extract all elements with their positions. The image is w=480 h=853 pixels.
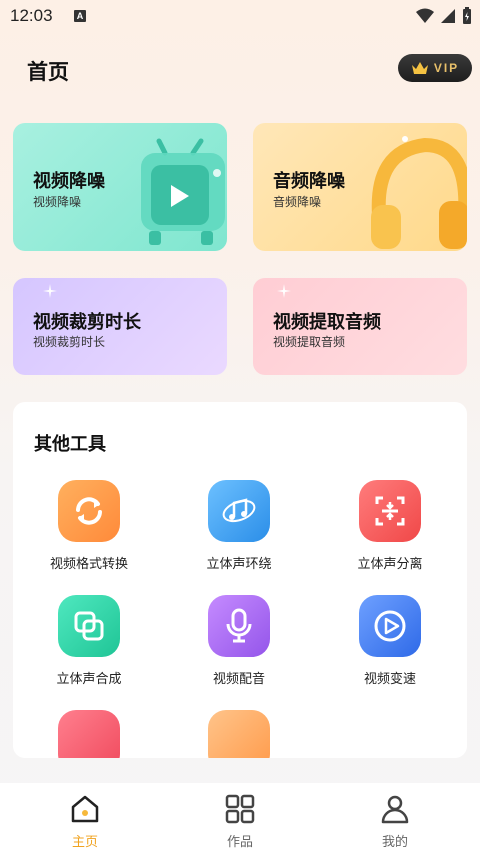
- nav-label: 我的: [381, 835, 408, 850]
- split-icon: [359, 480, 421, 542]
- nav-home[interactable]: 主页: [35, 783, 135, 853]
- nav-label: 主页: [71, 835, 98, 850]
- tool-icon-partial[interactable]: [58, 710, 120, 758]
- video-trim-card[interactable]: 视频裁剪时长 视频裁剪时长: [13, 278, 227, 375]
- tool-label: 视频配音: [212, 672, 265, 687]
- tool-stereo-surround[interactable]: 立体声环绕: [163, 480, 303, 580]
- tv-play-icon: [141, 138, 225, 245]
- status-time: 12:03: [10, 6, 53, 25]
- card-subtitle: 视频降噪: [33, 195, 82, 209]
- tool-video-format-convert[interactable]: 视频格式转换: [13, 480, 153, 580]
- bottom-nav: 主页 作品 我的: [0, 783, 480, 853]
- header: 首页 VIP: [0, 52, 480, 88]
- home-icon: [71, 795, 99, 823]
- tool-icon-partial[interactable]: [208, 710, 270, 758]
- card-title: 视频裁剪时长: [33, 312, 141, 333]
- nav-label: 作品: [226, 835, 253, 850]
- tool-label: 立体声分离: [357, 557, 423, 572]
- card-subtitle: 音频降噪: [273, 195, 322, 209]
- nav-profile[interactable]: 我的: [345, 783, 445, 853]
- tool-video-speed[interactable]: 视频变速: [314, 595, 454, 695]
- microphone-icon: [208, 595, 270, 657]
- tools-title: 其他工具: [34, 434, 106, 455]
- page-title: 首页: [27, 60, 69, 84]
- music-note-icon: [208, 480, 270, 542]
- card-title: 音频降噪: [273, 171, 345, 192]
- vip-button[interactable]: VIP: [398, 54, 472, 82]
- sparkle-icon: [277, 284, 291, 298]
- tool-video-dubbing[interactable]: 视频配音: [163, 595, 303, 695]
- tool-label: 立体声环绕: [206, 557, 272, 572]
- other-tools-panel: 其他工具 视频格式转换 立体声环绕 立体声分离 立体声合成 视频配音 视频变速: [13, 402, 467, 758]
- merge-icon: [58, 595, 120, 657]
- tool-label: 立体声合成: [56, 672, 122, 687]
- notification-icon: A: [74, 10, 86, 22]
- card-subtitle: 视频提取音频: [273, 335, 346, 349]
- vip-label: VIP: [433, 61, 460, 75]
- user-icon: [381, 795, 409, 824]
- audio-denoise-card[interactable]: 音频降噪 音频降噪: [253, 123, 467, 251]
- card-title: 视频提取音频: [273, 312, 381, 333]
- tool-label: 视频格式转换: [49, 557, 128, 572]
- extract-audio-card[interactable]: 视频提取音频 视频提取音频: [253, 278, 467, 375]
- headphones-icon: [371, 136, 467, 249]
- battery-icon: [463, 7, 471, 24]
- convert-icon: [58, 480, 120, 542]
- card-title: 视频降噪: [33, 171, 105, 192]
- tool-stereo-separate[interactable]: 立体声分离: [314, 480, 454, 580]
- sparkle-icon: [43, 284, 57, 298]
- signal-icon: [441, 9, 455, 23]
- status-bar: 12:03 A: [0, 0, 480, 34]
- card-subtitle: 视频裁剪时长: [33, 335, 106, 349]
- video-denoise-card[interactable]: 视频降噪 视频降噪: [13, 123, 227, 251]
- crown-icon: [411, 62, 428, 74]
- nav-works[interactable]: 作品: [190, 783, 290, 853]
- tool-stereo-merge[interactable]: 立体声合成: [13, 595, 153, 695]
- wifi-icon: [416, 8, 434, 23]
- play-speed-icon: [359, 595, 421, 657]
- grid-icon: [225, 794, 255, 824]
- tool-label: 视频变速: [363, 672, 416, 687]
